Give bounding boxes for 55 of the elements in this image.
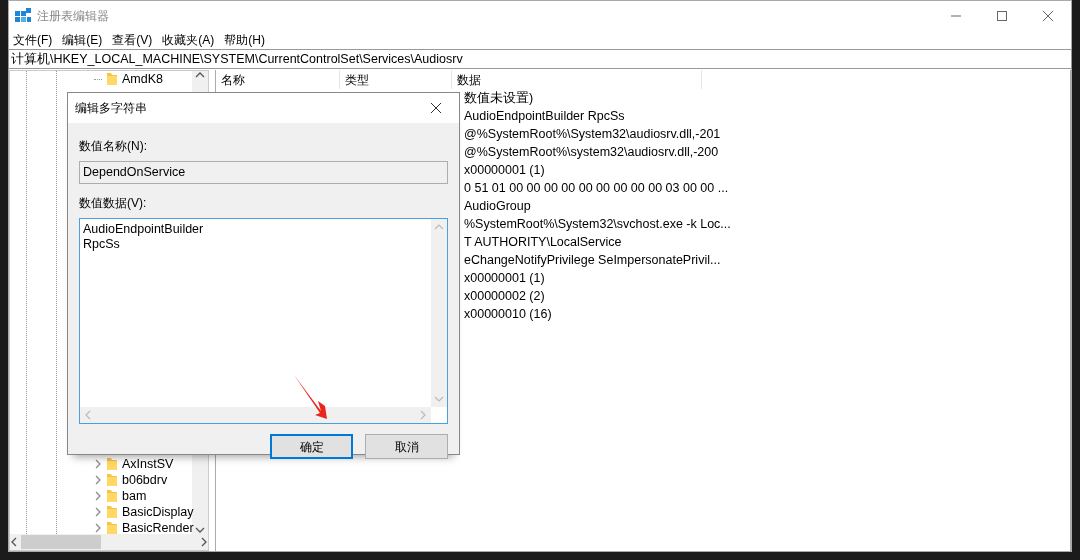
name-field[interactable]: DependOnService — [79, 161, 448, 184]
menu-item[interactable]: 查看(V) — [112, 31, 153, 49]
table-cell-text: 0 51 01 00 00 00 00 00 00 00 00 00 03 00 00 ... — [464, 179, 729, 197]
table-cell-text: 数值未设置) — [464, 89, 534, 107]
folder-icon — [106, 457, 118, 471]
menu-item[interactable]: 编辑(E) — [62, 31, 103, 49]
maximize-icon — [996, 10, 1008, 22]
table-cell-text: x00000002 (2) — [464, 287, 545, 305]
table-cell-text: @%SystemRoot%\system32\audiosrv.dll,-200 — [464, 143, 719, 161]
field-label: 数值数据(V): — [79, 195, 148, 212]
table-cell-text: x00000010 (16) — [464, 305, 552, 323]
text-line: AudioEndpointBuilder — [83, 222, 205, 237]
address-field[interactable]: 计算机\HKEY_LOCAL_MACHINE\SYSTEM\CurrentControlSet\Services\Audiosrv — [8, 49, 1072, 69]
tree-item[interactable]: bam — [94, 488, 192, 504]
folder-icon — [106, 72, 118, 86]
tree-label: BasicRender — [122, 519, 194, 537]
cancel-button[interactable]: 取消 — [365, 434, 448, 459]
column-header[interactable]: 类型 — [340, 70, 452, 89]
table-cell-text: T AUTHORITY\LocalService — [464, 233, 622, 251]
tree-label: b06bdrv — [122, 471, 168, 489]
dialog-title: 编辑多字符串 — [75, 100, 147, 117]
folder-icon — [106, 521, 118, 535]
tree-label: bam — [122, 487, 147, 505]
tree-item[interactable]: AmdK8 — [94, 71, 192, 87]
tree-item[interactable]: BasicRender — [94, 520, 192, 536]
field-label: 数值名称(N): — [79, 138, 148, 155]
tree-label: AxInstSV — [122, 455, 174, 473]
tree-item[interactable]: BasicDisplay — [94, 504, 192, 520]
window-title: 注册表编辑器 — [37, 8, 109, 25]
menu-item[interactable]: 文件(F) — [13, 31, 53, 49]
tree-item[interactable]: b06bdrv — [94, 472, 192, 488]
folder-icon — [106, 473, 118, 487]
table-cell-text: x00000001 (1) — [464, 269, 545, 287]
column-header[interactable]: 名称 — [216, 70, 340, 89]
ok-button[interactable]: 确定 — [270, 434, 353, 459]
menu-item[interactable]: 收藏夹(A) — [162, 31, 215, 49]
data-text-area[interactable]: AudioEndpointBuilder RpcSs — [79, 218, 448, 424]
folder-icon — [106, 489, 118, 503]
table-cell-text: %SystemRoot%\System32\svchost.exe -k Loc... — [464, 215, 731, 233]
menu-item[interactable]: 帮助(H) — [224, 31, 265, 49]
text-line: RpcSs — [83, 237, 121, 252]
table-cell-text: x00000001 (1) — [464, 161, 545, 179]
folder-icon — [106, 505, 118, 519]
table-cell-text: eChangeNotifyPrivilege SeImpersonatePrivil... — [464, 251, 721, 269]
scrollbar-thumb[interactable] — [21, 535, 101, 549]
close-icon — [1042, 10, 1054, 22]
tree-label: BasicDisplay — [122, 503, 194, 521]
table-cell-text: AudioEndpointBuilder RpcSs — [464, 107, 625, 125]
tree-item[interactable]: AxInstSV — [94, 456, 192, 472]
column-header[interactable]: 数据 — [452, 70, 702, 89]
table-cell-text: AudioGroup — [464, 197, 531, 215]
registry-icon — [15, 8, 31, 24]
tree-label: AmdK8 — [122, 70, 163, 88]
table-cell-text: @%SystemRoot%\System32\audiosrv.dll,-201 — [464, 125, 721, 143]
close-icon — [430, 102, 442, 114]
